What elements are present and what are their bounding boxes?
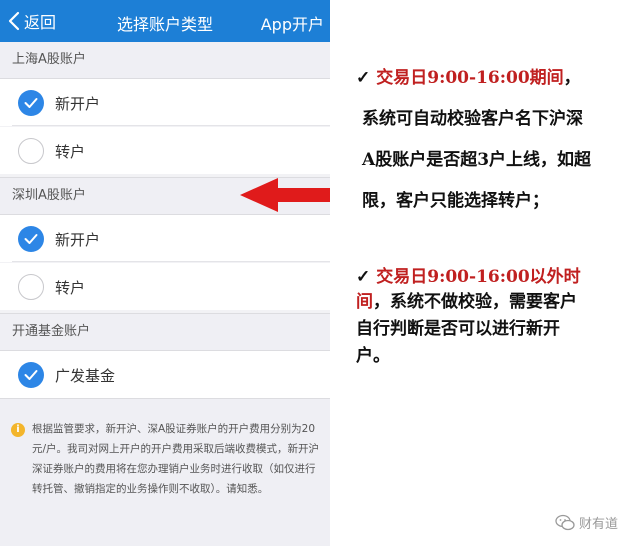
note2-line1: ✓ 交易日9:00-16:00以外时 — [356, 265, 581, 289]
option-label: 新开户 — [55, 95, 101, 113]
note2-highlight: 交易日9:00-16:00以外时 — [376, 267, 581, 287]
note1-line2: 系统可自动校验客户名下沪深 — [362, 109, 583, 129]
section-header-sh: 上海A股账户 — [0, 42, 330, 78]
checkbox-unchecked-icon[interactable] — [18, 138, 44, 164]
note1-punct: ， — [563, 68, 581, 88]
option-sz-transfer[interactable]: 转户 — [0, 263, 330, 310]
checkbox-checked-icon[interactable] — [18, 226, 44, 252]
option-label: 转户 — [55, 143, 86, 161]
note2-line4: 户。 — [356, 346, 390, 366]
check-mark-icon: ✓ — [356, 267, 371, 287]
info-icon: i — [11, 423, 25, 437]
phone-screen: 返回 选择账户类型 App开户 上海A股账户 新开户 转户 深圳A股账户 新开户… — [0, 0, 330, 546]
option-fund-gf[interactable]: 广发基金 — [0, 351, 330, 398]
option-label: 广发基金 — [55, 367, 116, 385]
note1-line4: 限，客户只能选择转户； — [362, 191, 549, 211]
app-open-account-link[interactable]: App开户 — [261, 11, 324, 35]
red-arrow-icon — [240, 178, 330, 212]
check-mark-icon: ✓ — [356, 68, 371, 88]
note1-line3: A股账户是否超3户上线，如超 — [362, 150, 592, 170]
checkbox-checked-icon[interactable] — [18, 362, 44, 388]
option-sh-transfer[interactable]: 转户 — [0, 127, 330, 174]
note1-highlight: 交易日9:00-16:00期间 — [376, 68, 564, 88]
note2-line2-text: ，系统不做校验，需要客户 — [373, 292, 577, 312]
notice-text: 根据监管要求，新开沪、深A股证券账户的开户费用分别为20元/户。我司对网上开户的… — [32, 423, 320, 495]
note1-line1: ✓ 交易日9:00-16:00期间， — [356, 66, 581, 90]
nav-bar: 返回 选择账户类型 App开户 — [0, 0, 330, 42]
note2-line2: 间，系统不做校验，需要客户 — [356, 290, 577, 314]
watermark: 财有道 — [555, 513, 618, 532]
checkbox-unchecked-icon[interactable] — [18, 274, 44, 300]
option-label: 转户 — [55, 279, 86, 297]
wechat-icon — [555, 514, 575, 530]
note2-line3: 自行判断是否可以进行新开 — [356, 319, 560, 339]
fee-notice: i 根据监管要求，新开沪、深A股证券账户的开户费用分别为20元/户。我司对网上开… — [0, 399, 330, 546]
section-header-fund: 开通基金账户 — [0, 314, 330, 350]
divider — [12, 261, 330, 262]
note2-highlight-cont: 间 — [356, 292, 373, 312]
option-label: 新开户 — [55, 231, 101, 249]
option-sh-new[interactable]: 新开户 — [0, 79, 330, 126]
checkbox-checked-icon[interactable] — [18, 90, 44, 116]
divider — [12, 125, 330, 126]
watermark-text: 财有道 — [578, 517, 618, 532]
option-sz-new[interactable]: 新开户 — [0, 215, 330, 262]
